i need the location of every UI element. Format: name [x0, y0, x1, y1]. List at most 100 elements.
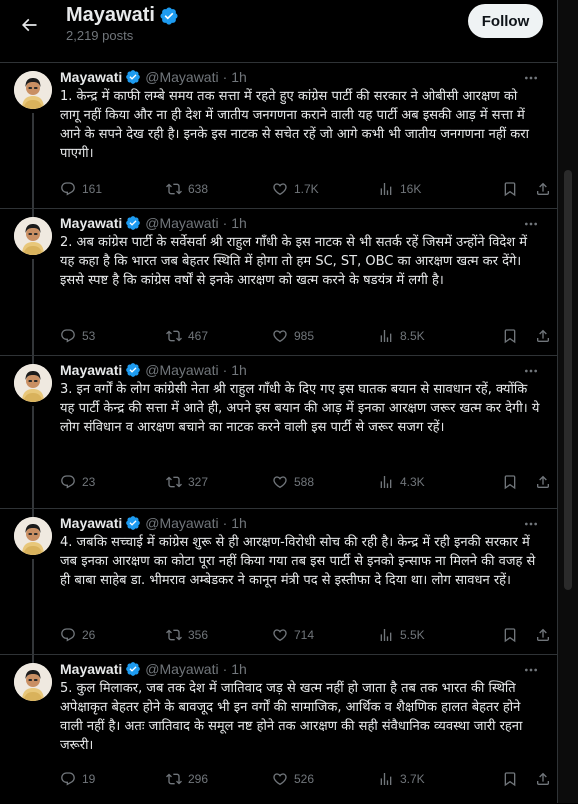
repost-button[interactable]: 356	[166, 625, 208, 645]
tweet[interactable]: Mayawati @Mayawati · 1h 4. जबकि सच्चाई में क…	[0, 508, 557, 655]
meta-separator: ·	[222, 215, 228, 231]
views-button[interactable]: 8.5K	[378, 326, 425, 346]
avatar[interactable]	[14, 364, 52, 402]
more-options-button[interactable]	[520, 69, 542, 87]
like-button[interactable]: 985	[272, 326, 314, 346]
views-button[interactable]: 3.7K	[378, 769, 425, 789]
share-button[interactable]	[535, 472, 557, 492]
views-button[interactable]: 4.3K	[378, 472, 425, 492]
author-name[interactable]: Mayawati	[60, 215, 122, 231]
reply-button[interactable]: 161	[60, 179, 102, 199]
bookmark-icon	[504, 628, 516, 643]
author-name[interactable]: Mayawati	[60, 515, 122, 531]
thread-line	[32, 559, 34, 655]
avatar-image	[14, 364, 52, 402]
follow-button[interactable]: Follow	[468, 4, 543, 38]
repost-count: 467	[188, 329, 209, 343]
reply-count: 161	[82, 182, 103, 196]
avatar[interactable]	[14, 663, 52, 701]
tweet-meta: Mayawati @Mayawati · 1h	[60, 69, 247, 85]
bookmark-button[interactable]	[502, 769, 524, 789]
more-options-button[interactable]	[520, 362, 542, 380]
heart-icon	[273, 330, 287, 343]
tweet-meta: Mayawati @Mayawati · 1h	[60, 661, 247, 677]
repost-count: 296	[188, 772, 209, 786]
views-chart-icon	[380, 183, 392, 195]
like-button[interactable]: 1.7K	[272, 179, 319, 199]
tweet[interactable]: Mayawati @Mayawati · 1h 5. कुल मिलाकर, जब तक…	[0, 654, 557, 804]
scrollbar-thumb[interactable]	[564, 170, 572, 590]
repost-button[interactable]: 467	[166, 326, 208, 346]
tweet[interactable]: Mayawati @Mayawati · 1h 1. केन्द्र में काफी …	[0, 62, 557, 209]
tweet-actions: 19 296 526 3.7K	[60, 769, 550, 789]
more-options-button[interactable]	[520, 215, 542, 233]
bookmark-button[interactable]	[502, 625, 524, 645]
repost-button[interactable]: 638	[166, 179, 208, 199]
more-dots-icon	[525, 222, 537, 226]
author-name[interactable]: Mayawati	[60, 661, 122, 677]
verified-badge-icon	[126, 363, 141, 377]
tweet-actions: 23 327 588 4.3K	[60, 472, 550, 492]
tweet[interactable]: Mayawati @Mayawati · 1h 2. अब कांग्रेस पार्ट…	[0, 208, 557, 356]
share-icon	[537, 772, 549, 785]
bookmark-button[interactable]	[502, 326, 524, 346]
repost-button[interactable]: 296	[166, 769, 208, 789]
more-options-button[interactable]	[520, 661, 542, 679]
reply-count: 26	[82, 628, 96, 642]
bookmark-icon	[504, 772, 516, 787]
share-button[interactable]	[535, 625, 557, 645]
tweet-text: 2. अब कांग्रेस पार्टी के सर्वेसर्वा श्री…	[60, 235, 527, 288]
share-button[interactable]	[535, 179, 557, 199]
views-button[interactable]: 16K	[378, 179, 421, 199]
share-button[interactable]	[535, 326, 557, 346]
thread-line	[32, 406, 34, 509]
repost-count: 356	[188, 628, 209, 642]
avatar[interactable]	[14, 517, 52, 555]
views-button[interactable]: 5.5K	[378, 625, 425, 645]
like-button[interactable]: 526	[272, 769, 314, 789]
profile-name-row: Mayawati	[66, 4, 179, 27]
like-count: 714	[294, 628, 315, 642]
like-button[interactable]: 714	[272, 625, 314, 645]
verified-badge-icon	[126, 216, 141, 230]
author-handle[interactable]: @Mayawati	[145, 362, 218, 378]
reply-button[interactable]: 23	[60, 472, 95, 492]
avatar-image	[14, 71, 52, 109]
avatar[interactable]	[14, 71, 52, 109]
author-handle[interactable]: @Mayawati	[145, 69, 218, 85]
views-chart-icon	[380, 330, 392, 342]
avatar[interactable]	[14, 217, 52, 255]
repost-icon	[166, 629, 182, 641]
views-chart-icon	[380, 773, 392, 785]
thread-line	[32, 209, 34, 217]
author-name[interactable]: Mayawati	[60, 362, 122, 378]
post-time[interactable]: 1h	[231, 69, 247, 85]
reply-icon	[61, 329, 75, 343]
like-button[interactable]: 588	[272, 472, 314, 492]
author-handle[interactable]: @Mayawati	[145, 661, 218, 677]
repost-button[interactable]: 327	[166, 472, 208, 492]
post-time[interactable]: 1h	[231, 362, 247, 378]
author-name[interactable]: Mayawati	[60, 69, 122, 85]
bookmark-button[interactable]	[502, 179, 524, 199]
views-chart-icon	[380, 629, 392, 641]
more-options-button[interactable]	[520, 515, 542, 533]
arrow-left-icon	[21, 18, 37, 32]
avatar-image	[14, 517, 52, 555]
reply-button[interactable]: 19	[60, 769, 95, 789]
scrollbar[interactable]	[558, 0, 578, 803]
share-button[interactable]	[535, 769, 557, 789]
bookmark-button[interactable]	[502, 472, 524, 492]
post-time[interactable]: 1h	[231, 215, 247, 231]
tweet[interactable]: Mayawati @Mayawati · 1h 3. इन वर्गों के लोग …	[0, 355, 557, 509]
post-time[interactable]: 1h	[231, 661, 247, 677]
reply-button[interactable]: 53	[60, 326, 95, 346]
repost-icon	[166, 183, 182, 195]
reply-icon	[61, 628, 75, 642]
author-handle[interactable]: @Mayawati	[145, 215, 218, 231]
reply-button[interactable]: 26	[60, 625, 95, 645]
back-button[interactable]	[12, 8, 46, 42]
post-time[interactable]: 1h	[231, 515, 247, 531]
tweet-text: 5. कुल मिलाकर, जब तक देश में जातिवाद जड़…	[60, 681, 523, 753]
author-handle[interactable]: @Mayawati	[145, 515, 218, 531]
